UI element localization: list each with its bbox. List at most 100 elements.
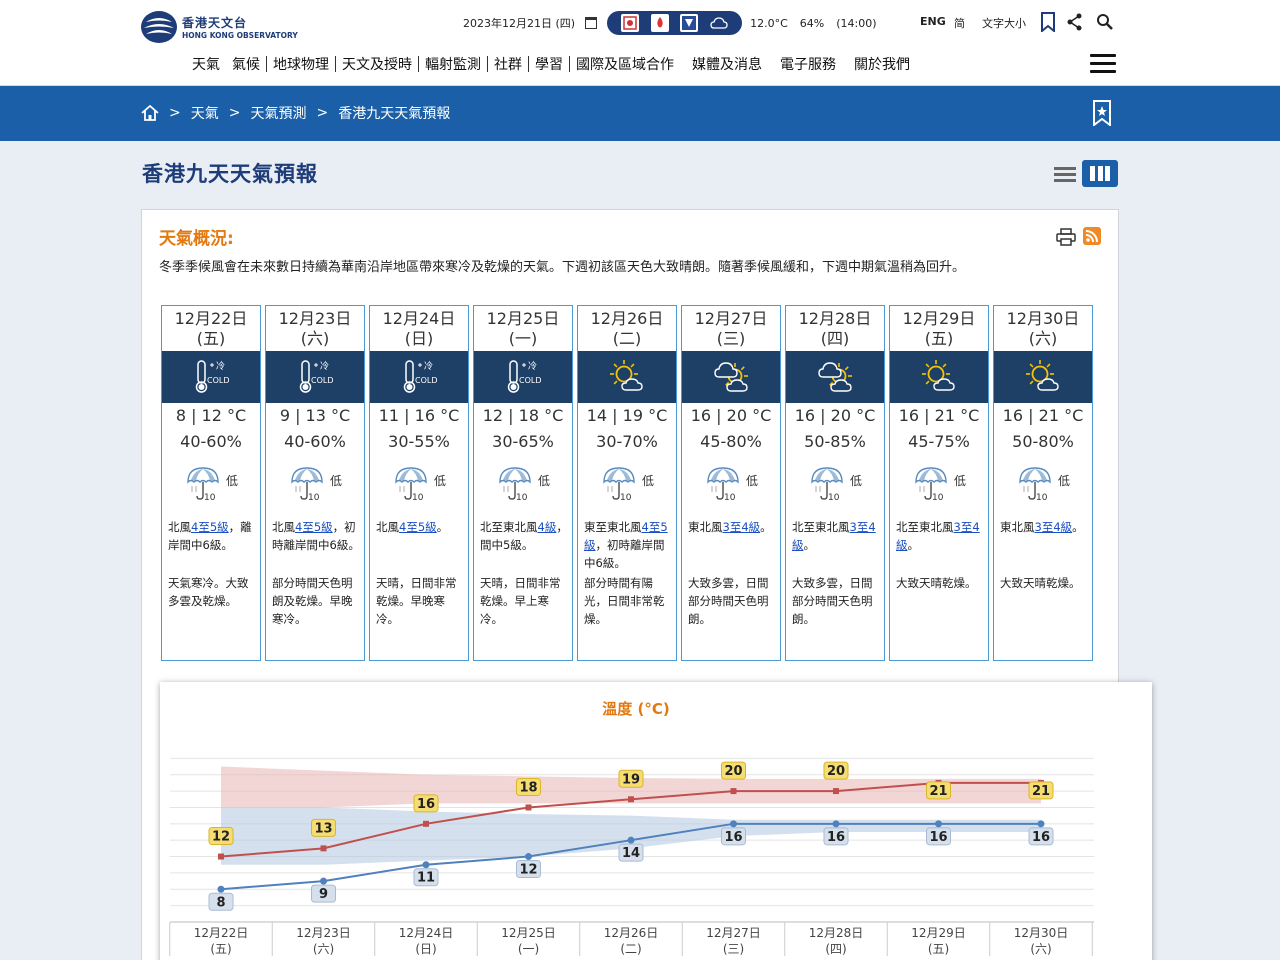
calendar-icon[interactable] [585,17,598,29]
nav-radiation[interactable]: 輻射監測 [419,54,487,74]
chart-min-label: 16 [1032,830,1050,845]
weather-icon-band [786,351,884,403]
psr-icon: 10 低 [910,466,970,503]
home-icon[interactable] [141,105,159,121]
wind-extra: 。 [760,520,772,534]
breadcrumb-forecast[interactable]: 天氣預測 [250,103,306,123]
column-view-icon[interactable] [1082,160,1118,187]
forecast-weekday: (六) [1028,329,1058,348]
chart-x-tick-date: 12月28日 [809,926,864,940]
forecast-day: 12月28日 (四) 16 | 20 °C 50-85% 10 低北至東北風3至4級。 大致… [785,305,885,661]
nav-geophysics[interactable]: 地球物理 [267,54,335,74]
nav-community[interactable]: 社群 [488,54,528,74]
nav-about[interactable]: 關於我們 [848,54,916,74]
svg-text:10: 10 [412,493,424,502]
nav-media[interactable]: 媒體及消息 [686,54,768,74]
forecast-date-text: 12月23日 [278,309,352,328]
breadcrumb-bar: > 天氣 > 天氣預測 > 香港九天天氣預報 [0,86,1280,141]
chart-title: 溫度 (°C) [602,700,669,718]
nav-eservices[interactable]: 電子服務 [774,54,842,74]
forecast-humidity: 50-85% [804,432,866,451]
bookmark-icon[interactable] [1040,12,1056,32]
menu-icon[interactable] [1090,54,1116,74]
svg-text:10: 10 [308,493,320,502]
svg-text:10: 10 [516,493,528,502]
forecast-wind: 東至東北風4至5級，初時離岸間中6級。 [584,518,674,572]
monsoon-signal-icon[interactable] [680,14,699,32]
cold-weather-warning-icon[interactable] [620,14,639,32]
breadcrumb-separator: > [228,105,241,121]
svg-text:10: 10 [724,493,736,502]
wind-force-link[interactable]: 4級 [538,520,557,534]
forecast-temperature: 16 | 21 °C [898,406,980,425]
search-icon[interactable] [1096,13,1114,31]
chart-max-point [525,804,532,811]
forecast-date: 12月27日 (三) [682,309,780,349]
wind-force-link[interactable]: 4至5級 [191,520,229,534]
forecast-wind: 東北風3至4級。 [1000,518,1090,536]
psr-label: 低 [746,474,759,488]
psr-icon: 10 低 [1014,466,1074,503]
nine-day-forecast: 12月22日 (五) 冷 COLD 8 | 12 °C 40-60% 10 低北風4至5級，離… [161,305,1101,661]
wind-force-link[interactable]: 4至5級 [399,520,437,534]
psr-label: 低 [226,474,239,488]
font-size-link[interactable]: 文字大小 [982,15,1026,31]
forecast-date-text: 12月25日 [486,309,560,328]
nav-learning[interactable]: 學習 [529,54,569,74]
print-icon[interactable] [1056,228,1076,246]
warning-signals[interactable] [607,11,743,35]
forecast-temperature: 8 | 12 °C [175,406,247,425]
list-view-icon[interactable] [1052,164,1080,184]
psr-label: 低 [642,474,655,488]
chart-min-point [832,820,840,828]
cloud-icon[interactable] [710,14,728,32]
nav-climate[interactable]: 氣候 [226,54,266,74]
svg-text:10: 10 [932,493,944,502]
chart-max-label: 21 [929,784,947,799]
weather-icon-band: 冷 COLD [474,351,572,403]
breadcrumb-weather[interactable]: 天氣 [191,103,219,123]
simplified-chinese-link[interactable]: 简 [954,15,965,31]
forecast-weekday: (日) [404,329,434,348]
forecast-date-text: 12月27日 [694,309,768,328]
forecast-humidity: 45-80% [700,432,762,451]
psr-label: 低 [330,474,343,488]
chart-x-tick-date: 12月29日 [911,926,966,940]
current-date: 2023年12月21日 (四) [463,17,576,30]
chart-x-tick-date: 12月25日 [501,926,556,940]
cloud-sun-weather-icon [814,357,858,397]
forecast-description: 天氣寒冷。大致多雲及乾燥。 [168,576,249,608]
nav-astronomy[interactable]: 天文及授時 [336,54,418,74]
hko-logo[interactable]: 香港天文台 HONG KONG OBSERVATORY [140,10,300,46]
psr-icon: 10 低 [702,466,762,503]
wind-force-link[interactable]: 3至4級 [1035,520,1073,534]
forecast-day: 12月27日 (三) 16 | 20 °C 45-80% 10 低東北風3至4級。 大致多雲… [681,305,781,661]
psr-icon: 10 低 [598,466,658,503]
chart-min-point [422,861,430,869]
nav-international[interactable]: 國際及區域合作 [570,54,680,74]
chart-min-point [320,877,327,885]
sunny-cloud-weather-icon [606,357,650,397]
english-link[interactable]: ENG [920,15,946,28]
forecast-description: 大致多雲，日間部分時間天色明朗。 [792,576,873,626]
wind-force-link[interactable]: 4至5級 [295,520,333,534]
weather-icon-band [578,351,676,403]
bookmark-star-icon[interactable] [1092,100,1112,126]
chart-min-label: 9 [319,887,328,902]
rss-icon[interactable] [1083,227,1101,245]
sunny-cloud-weather-icon [1022,357,1066,397]
cold-weather-icon: 冷 COLD [502,357,546,397]
nav-weather[interactable]: 天氣 [186,54,226,74]
chart-x-tick-date: 12月23日 [296,926,351,940]
forecast-weekday: (四) [820,329,850,348]
forecast-date-text: 12月24日 [382,309,456,328]
fire-danger-warning-icon[interactable] [650,14,669,32]
chart-min-label: 11 [417,871,435,886]
general-situation-title: 天氣概況: [159,229,234,249]
svg-text:10: 10 [1036,493,1048,502]
forecast-date: 12月24日 (日) [370,309,468,349]
share-icon[interactable] [1067,13,1083,31]
forecast-wind: 北至東北風3至4級。 [896,518,986,554]
wind-force-link[interactable]: 3至4級 [723,520,761,534]
chart-x-tick-date: 12月27日 [706,926,761,940]
